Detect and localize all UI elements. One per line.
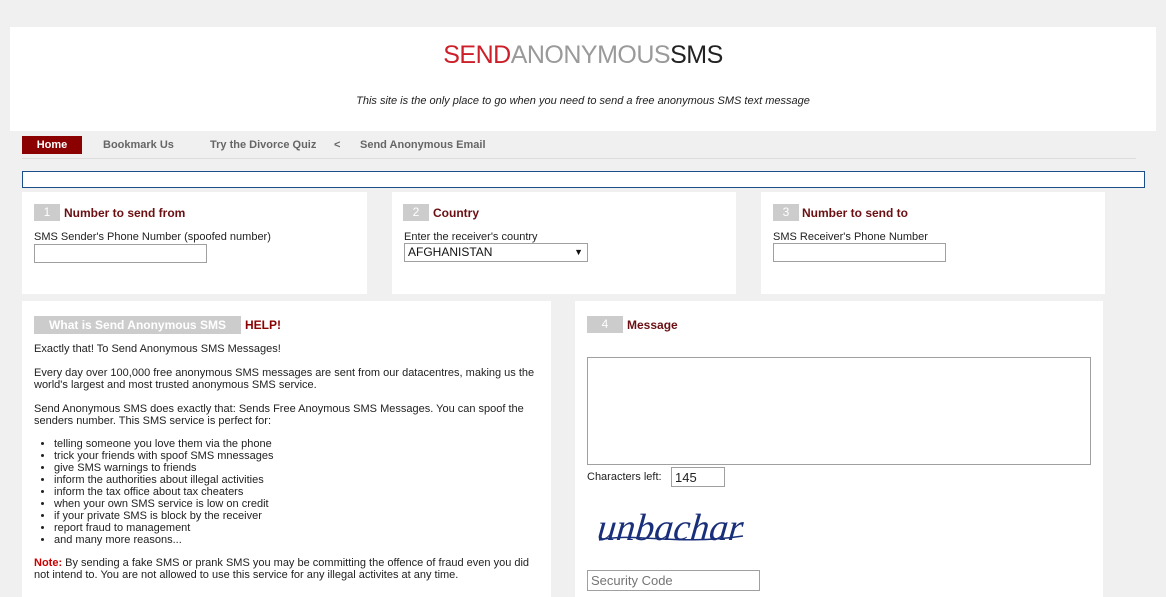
step-1-number: 1 xyxy=(34,204,60,221)
step-1-panel: 1 Number to send from SMS Sender's Phone… xyxy=(22,192,367,294)
receiver-number-input[interactable] xyxy=(773,243,946,262)
step-2-panel: 2 Country Enter the receiver's country A… xyxy=(392,192,736,294)
step-3-number: 3 xyxy=(773,204,799,221)
site-header: SENDANONYMOUSSMS This site is the only p… xyxy=(10,27,1156,131)
uses-list: telling someone you love them via the ph… xyxy=(34,438,273,546)
info-panel: What is Send Anonymous SMS HELP! Exactly… xyxy=(22,301,551,597)
what-is-button[interactable]: What is Send Anonymous SMS xyxy=(34,316,241,334)
site-tagline: This site is the only place to go when y… xyxy=(356,95,810,107)
list-item: if your private SMS is block by the rece… xyxy=(54,510,273,522)
info-intro: Exactly that! To Send Anonymous SMS Mess… xyxy=(34,343,281,355)
nav-bookmark-us[interactable]: Bookmark Us xyxy=(103,136,174,154)
chars-left-label: Characters left: xyxy=(587,471,662,483)
country-select[interactable]: AFGHANISTAN ▼ xyxy=(404,243,588,262)
step-4-title: Message xyxy=(627,318,678,332)
dropdown-arrow-icon: ▼ xyxy=(574,247,583,257)
nav-home[interactable]: Home xyxy=(22,136,82,154)
list-item: inform the authorities about illegal act… xyxy=(54,474,273,486)
note-label: Note: xyxy=(34,557,63,569)
list-item: when your own SMS service is low on cred… xyxy=(54,498,273,510)
site-logo[interactable]: SENDANONYMOUSSMS xyxy=(10,41,1156,70)
receiver-number-label: SMS Receiver's Phone Number xyxy=(773,231,928,243)
main-nav: Home Bookmark Us Try the Divorce Quiz < … xyxy=(22,136,1136,159)
captcha-text: unbachar xyxy=(595,507,745,549)
info-paragraph-3: Send Anonymous SMS does exactly that: Se… xyxy=(34,403,524,427)
list-item: give SMS warnings to friends xyxy=(54,462,273,474)
legal-note: Note: By sending a fake SMS or prank SMS… xyxy=(34,557,539,581)
list-item: trick your friends with spoof SMS mnessa… xyxy=(54,450,273,462)
list-item: and many more reasons... xyxy=(54,534,273,546)
step-2-number: 2 xyxy=(403,204,429,221)
chars-left-counter xyxy=(671,467,725,487)
list-item: report fraud to management xyxy=(54,522,273,534)
help-link[interactable]: HELP! xyxy=(245,318,281,332)
security-code-input[interactable] xyxy=(587,570,760,591)
logo-anonymous: ANONYMOUS xyxy=(510,41,671,69)
sender-number-input[interactable] xyxy=(34,244,207,263)
step-3-title: Number to send to xyxy=(802,206,909,220)
nav-send-anonymous-email[interactable]: Send Anonymous Email xyxy=(360,136,486,154)
step-3-panel: 3 Number to send to SMS Receiver's Phone… xyxy=(761,192,1105,294)
logo-sms: SMS xyxy=(670,41,723,69)
logo-send: SEND xyxy=(443,41,511,69)
captcha-image: unbachar xyxy=(595,496,755,554)
step-2-title: Country xyxy=(433,206,479,220)
list-item: telling someone you love them via the ph… xyxy=(54,438,273,450)
nav-separator: < xyxy=(334,139,341,151)
country-selected: AFGHANISTAN xyxy=(408,245,493,259)
sender-number-label: SMS Sender's Phone Number (spoofed numbe… xyxy=(34,231,271,243)
notice-bar xyxy=(22,171,1145,188)
message-panel: 4 Message Characters left: unbachar xyxy=(575,301,1103,597)
nav-divorce-quiz[interactable]: Try the Divorce Quiz xyxy=(210,136,316,154)
step-1-title: Number to send from xyxy=(64,206,186,220)
info-paragraph-2: Every day over 100,000 free anonymous SM… xyxy=(34,367,535,391)
message-textarea[interactable] xyxy=(587,357,1091,465)
step-4-number: 4 xyxy=(587,316,623,333)
country-label: Enter the receiver's country xyxy=(404,231,538,243)
list-item: inform the tax office about tax cheaters xyxy=(54,486,273,498)
note-text: By sending a fake SMS or prank SMS you m… xyxy=(34,557,530,581)
